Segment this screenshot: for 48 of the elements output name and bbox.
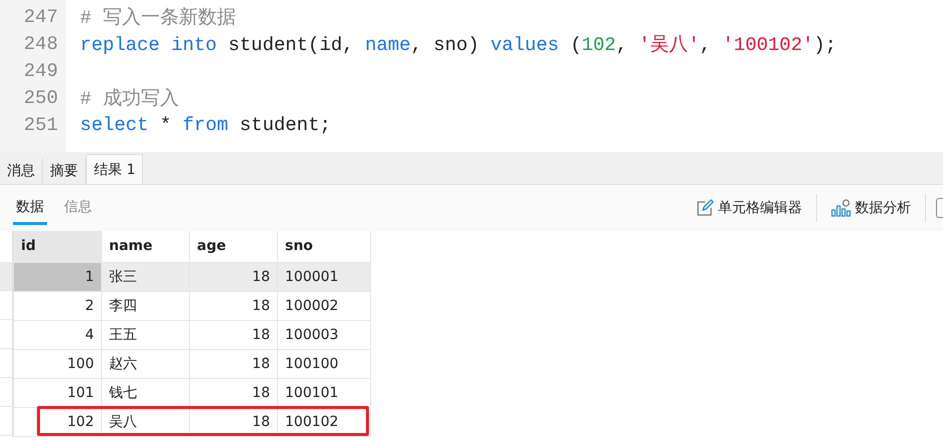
cell-editor-button[interactable]: 单元格编辑器 <box>692 199 806 217</box>
table-row[interactable]: 2 李四 18 100002 <box>14 291 370 320</box>
data-analysis-button[interactable]: 数据分析 <box>827 199 915 217</box>
table-cell: 2 <box>14 291 102 320</box>
table-cell: 李四 <box>102 291 190 320</box>
line-number: 251 <box>22 114 58 136</box>
view-tab[interactable]: 数据 <box>13 192 47 224</box>
table-cell: 101 <box>14 378 102 407</box>
table-row[interactable]: 4 王五 18 100003 <box>14 320 370 349</box>
table-cell: 4 <box>14 320 102 349</box>
table-row[interactable]: 102 吴八 18 100102 <box>14 407 370 436</box>
table-cell: 18 <box>190 349 278 378</box>
line-number: 250 <box>22 86 58 108</box>
column-header[interactable]: name <box>102 231 190 262</box>
bar-chart-icon <box>831 199 851 217</box>
table-row[interactable]: 101 钱七 18 100101 <box>14 378 370 407</box>
column-header[interactable]: id <box>14 231 102 262</box>
table-cell: 18 <box>190 262 278 291</box>
table-cell: 赵六 <box>102 349 190 378</box>
column-header[interactable]: age <box>190 231 278 262</box>
code-line: # 成功写入 <box>80 86 179 110</box>
table-row[interactable]: 100 赵六 18 100100 <box>14 349 370 378</box>
table-cell: 100102 <box>278 407 370 436</box>
line-number: 249 <box>22 60 58 82</box>
table-row[interactable]: 1 张三 18 100001 <box>14 262 370 291</box>
line-number: 247 <box>22 6 58 28</box>
result-tab[interactable]: 结果 1 <box>86 154 144 184</box>
cut-off-button[interactable] <box>936 198 943 218</box>
table-cell: 18 <box>190 320 278 349</box>
table-cell: 102 <box>14 407 102 436</box>
table-cell: 张三 <box>102 262 190 291</box>
column-header[interactable]: sno <box>278 231 370 262</box>
table-cell: 100001 <box>278 262 370 291</box>
table-cell: 18 <box>190 291 278 320</box>
table-cell: 18 <box>190 407 278 436</box>
table-cell: 1 <box>14 262 102 291</box>
code-line: # 写入一条新数据 <box>80 6 236 30</box>
edit-icon <box>696 199 714 217</box>
table-cell: 100002 <box>278 291 370 320</box>
row-header[interactable] <box>0 262 12 291</box>
table-cell: 100 <box>14 349 102 378</box>
table-cell: 100003 <box>278 320 370 349</box>
line-number: 248 <box>22 32 58 54</box>
table-cell: 吴八 <box>102 407 190 436</box>
code-line: replace into student(id, name, sno) values (102, '吴八', '100102'); <box>80 32 836 56</box>
table-cell: 王五 <box>102 320 190 349</box>
code-line: select * from student; <box>80 114 331 136</box>
table-cell: 100100 <box>278 349 370 378</box>
